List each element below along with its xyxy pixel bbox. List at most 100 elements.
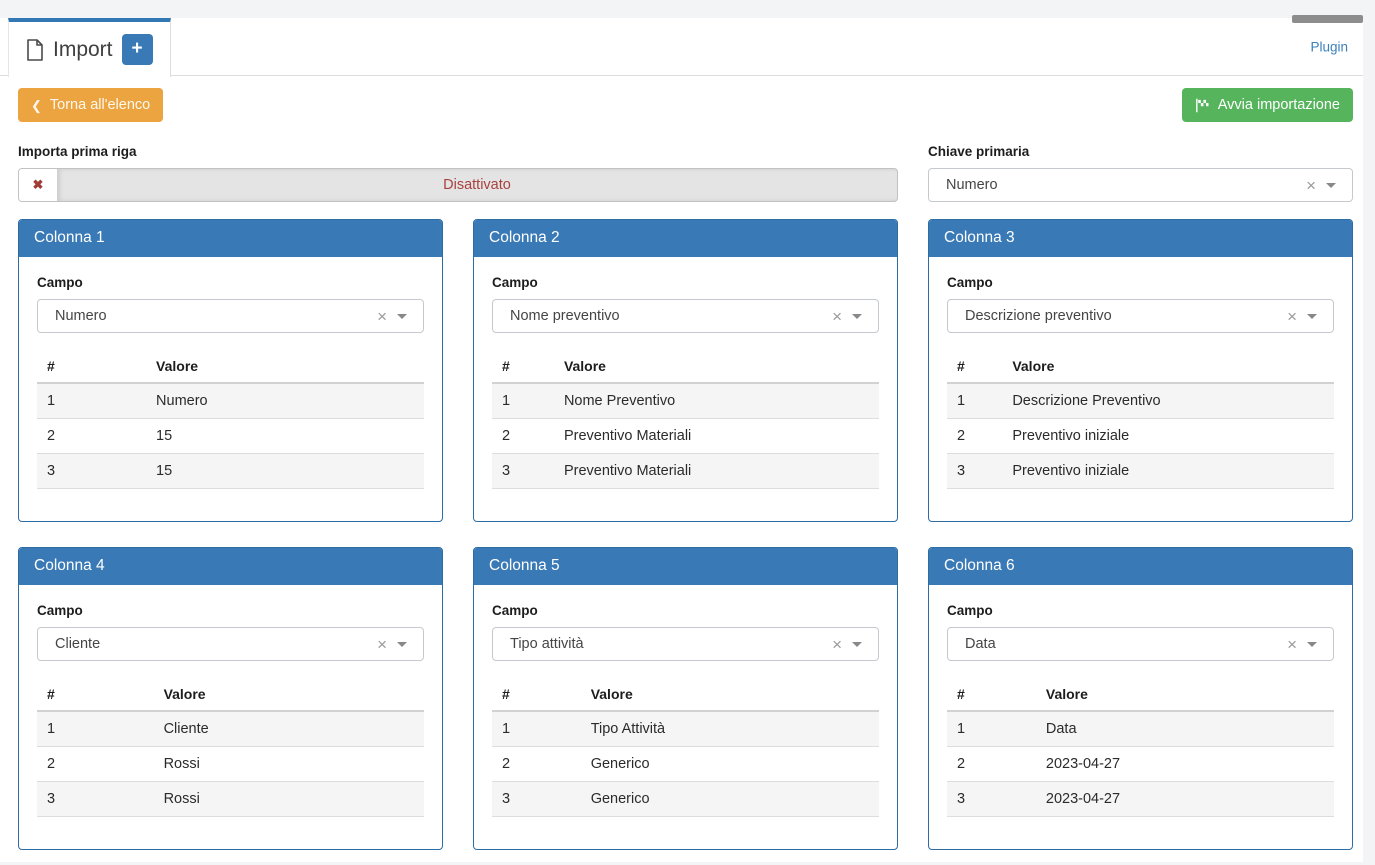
row-num: 2	[947, 418, 1003, 454]
table-row: 3 Rossi	[37, 781, 424, 817]
row-num: 1	[37, 710, 154, 747]
flag-checkered-icon	[1195, 98, 1210, 113]
col-num-header: #	[37, 350, 147, 384]
table-row: 3 Preventivo iniziale	[947, 453, 1334, 489]
col-value-header: Valore	[553, 350, 879, 384]
column-card-5: Colonna 5 Campo Tipo attività × # Valore…	[473, 547, 898, 850]
column-card-2: Colonna 2 Campo Nome preventivo × # Valo…	[473, 219, 898, 522]
col-value-header: Valore	[580, 678, 879, 712]
primary-key-value: Numero	[946, 177, 998, 193]
clear-icon[interactable]: ×	[377, 308, 387, 325]
row-num: 1	[947, 710, 1036, 747]
card-title: Colonna 5	[474, 548, 897, 585]
toggle-status-label: Disattivato	[57, 169, 897, 201]
values-table: # Valore 1 Cliente 2 Rossi 3 Rossi	[37, 678, 424, 817]
row-num: 2	[492, 746, 581, 782]
card-title: Colonna 2	[474, 220, 897, 257]
row-value: 2023-04-27	[1035, 746, 1334, 782]
row-value: Descrizione Preventivo	[1002, 382, 1334, 419]
columns-grid: Colonna 1 Campo Numero × # Valore 1 Numer…	[0, 202, 1363, 850]
field-select[interactable]: Cliente ×	[37, 627, 424, 661]
scrollbar-thumb[interactable]	[1292, 15, 1363, 23]
row-num: 3	[37, 453, 147, 489]
column-card-6: Colonna 6 Campo Data × # Valore 1 Data 22…	[928, 547, 1353, 850]
caret-down-icon	[397, 313, 407, 319]
row-value: Nome Preventivo	[553, 382, 879, 419]
row-num: 1	[947, 382, 1003, 419]
tab-bar: Import + Plugin	[0, 18, 1363, 77]
column-card-1: Colonna 1 Campo Numero × # Valore 1 Numer…	[18, 219, 443, 522]
col-value-header: Valore	[146, 350, 424, 384]
field-label: Campo	[947, 603, 993, 618]
row-num: 2	[947, 746, 1036, 782]
field-select-value: Tipo attività	[510, 636, 584, 652]
add-tab-button[interactable]: +	[121, 34, 153, 65]
table-row: 2 2023-04-27	[947, 746, 1334, 782]
clear-icon[interactable]: ×	[1306, 177, 1316, 194]
field-select-value: Numero	[55, 308, 107, 324]
table-row: 2 Rossi	[37, 746, 424, 782]
field-select[interactable]: Tipo attività ×	[492, 627, 879, 661]
plugin-link[interactable]: Plugin	[1310, 39, 1348, 54]
row-value: Rossi	[153, 781, 424, 817]
row-num: 1	[37, 382, 147, 419]
main-panel: Import + Plugin ❮ Torna all'elenco Avvia…	[0, 18, 1363, 862]
caret-down-icon	[397, 641, 407, 647]
field-select[interactable]: Nome preventivo ×	[492, 299, 879, 333]
first-row-label: Importa prima riga	[18, 144, 137, 159]
field-select[interactable]: Descrizione preventivo ×	[947, 299, 1334, 333]
primary-key-select[interactable]: Numero ×	[928, 168, 1353, 202]
field-select[interactable]: Data ×	[947, 627, 1334, 661]
primary-key-label: Chiave primaria	[928, 144, 1030, 159]
table-row: 1 Tipo Attività	[492, 710, 879, 747]
row-num: 2	[37, 418, 147, 454]
col-value-header: Valore	[1035, 678, 1334, 712]
row-value: Preventivo Materiali	[553, 418, 879, 454]
row-value: Generico	[580, 781, 879, 817]
table-row: 2 Preventivo iniziale	[947, 418, 1334, 454]
clear-icon[interactable]: ×	[1287, 636, 1297, 653]
clear-icon[interactable]: ×	[1287, 308, 1297, 325]
field-label: Campo	[37, 603, 83, 618]
table-row: 2 Generico	[492, 746, 879, 782]
first-row-toggle[interactable]: ✖ Disattivato	[18, 168, 898, 202]
chevron-left-icon: ❮	[31, 97, 42, 113]
table-row: 3 Preventivo Materiali	[492, 453, 879, 489]
start-import-button[interactable]: Avvia importazione	[1181, 88, 1353, 122]
settings-row: Importa prima riga ✖ Disattivato Chiave …	[0, 122, 1363, 202]
row-value: Cliente	[153, 710, 424, 747]
caret-down-icon	[1326, 182, 1336, 188]
row-num: 1	[492, 710, 581, 747]
col-num-header: #	[492, 678, 581, 712]
clear-icon[interactable]: ×	[832, 636, 842, 653]
card-title: Colonna 1	[19, 220, 442, 257]
field-select-value: Nome preventivo	[510, 308, 620, 324]
col-num-header: #	[492, 350, 554, 384]
row-value: 2023-04-27	[1035, 781, 1334, 817]
row-value: Generico	[580, 746, 879, 782]
tab-import[interactable]: Import +	[8, 18, 171, 77]
values-table: # Valore 1 Numero 2 15 3 15	[37, 350, 424, 489]
field-select-value: Cliente	[55, 636, 101, 652]
column-card-3: Colonna 3 Campo Descrizione preventivo ×…	[928, 219, 1353, 522]
row-num: 3	[492, 453, 554, 489]
row-value: Preventivo Materiali	[553, 453, 879, 489]
clear-icon[interactable]: ×	[832, 308, 842, 325]
table-row: 1 Data	[947, 710, 1334, 747]
row-num: 2	[37, 746, 154, 782]
toggle-off-icon: ✖	[19, 169, 57, 201]
table-row: 2 15	[37, 418, 424, 454]
values-table: # Valore 1 Descrizione Preventivo 2 Preven…	[947, 350, 1334, 489]
field-select[interactable]: Numero ×	[37, 299, 424, 333]
field-label: Campo	[492, 275, 538, 290]
row-num: 1	[492, 382, 554, 419]
back-button[interactable]: ❮ Torna all'elenco	[18, 88, 164, 122]
field-select-value: Data	[965, 636, 996, 652]
col-num-header: #	[37, 678, 154, 712]
clear-icon[interactable]: ×	[377, 636, 387, 653]
caret-down-icon	[852, 641, 862, 647]
row-num: 2	[492, 418, 554, 454]
start-import-label: Avvia importazione	[1217, 97, 1340, 113]
table-row: 1 Numero	[37, 382, 424, 419]
values-table: # Valore 1 Nome Preventivo 2 Preventivo Ma…	[492, 350, 879, 489]
